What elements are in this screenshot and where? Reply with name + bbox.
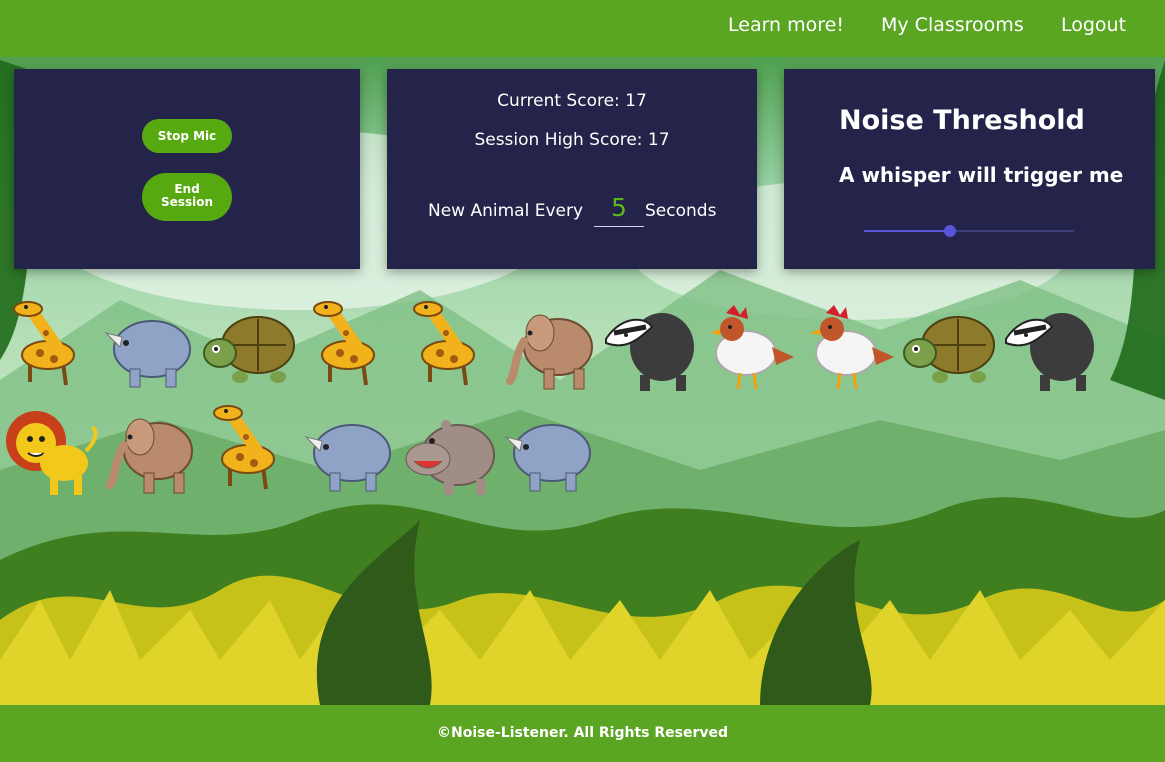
footer: ©Noise-Listener. All Rights Reserved [0,705,1165,762]
threshold-slider-fill [864,230,951,232]
threshold-panel: Noise Threshold A whisper will trigger m… [784,69,1155,269]
rooster-icon [810,305,894,390]
lion-icon [6,411,98,495]
logout-link[interactable]: Logout [1061,14,1126,36]
elephant-icon [506,314,593,390]
end-session-button[interactable]: End Session [142,173,232,221]
threshold-description: A whisper will trigger me [839,163,1124,187]
my-classrooms-link[interactable]: My Classrooms [881,14,1024,36]
session-high-score: Session High Score: 17 [474,130,670,150]
end-session-label-line2: Session [161,195,213,209]
rooster-icon [710,305,794,390]
rhino-icon [104,320,191,388]
learn-more-link[interactable]: Learn more! [728,14,844,36]
copyright-text: ©Noise-Listener. All Rights Reserved [437,725,728,741]
interval-prefix: New Animal Every [428,201,584,221]
giraffe-icon [413,301,475,386]
current-score: Current Score: 17 [497,91,647,111]
giraffe-icon [313,301,375,386]
badger-icon [1005,313,1094,391]
rhino-icon [504,424,591,492]
top-nav: Learn more! My Classrooms Logout [0,0,1165,57]
interval-input[interactable]: 5 [594,193,644,227]
stop-mic-button[interactable]: Stop Mic [142,119,232,153]
rhino-icon [304,424,391,492]
threshold-title: Noise Threshold [839,105,1085,136]
threshold-slider-thumb[interactable] [944,225,957,237]
interval-suffix: Seconds [645,201,717,221]
tortoise-icon [903,316,995,383]
controls-panel: Stop Mic End Session [14,69,360,269]
giraffe-icon [213,405,275,490]
badger-icon [605,313,694,391]
elephant-icon [106,418,193,494]
animal-grid [0,296,1165,506]
hippo-icon [405,420,495,495]
tortoise-icon [203,316,295,383]
giraffe-icon [13,301,75,386]
score-panel: Current Score: 17 Session High Score: 17… [387,69,757,269]
